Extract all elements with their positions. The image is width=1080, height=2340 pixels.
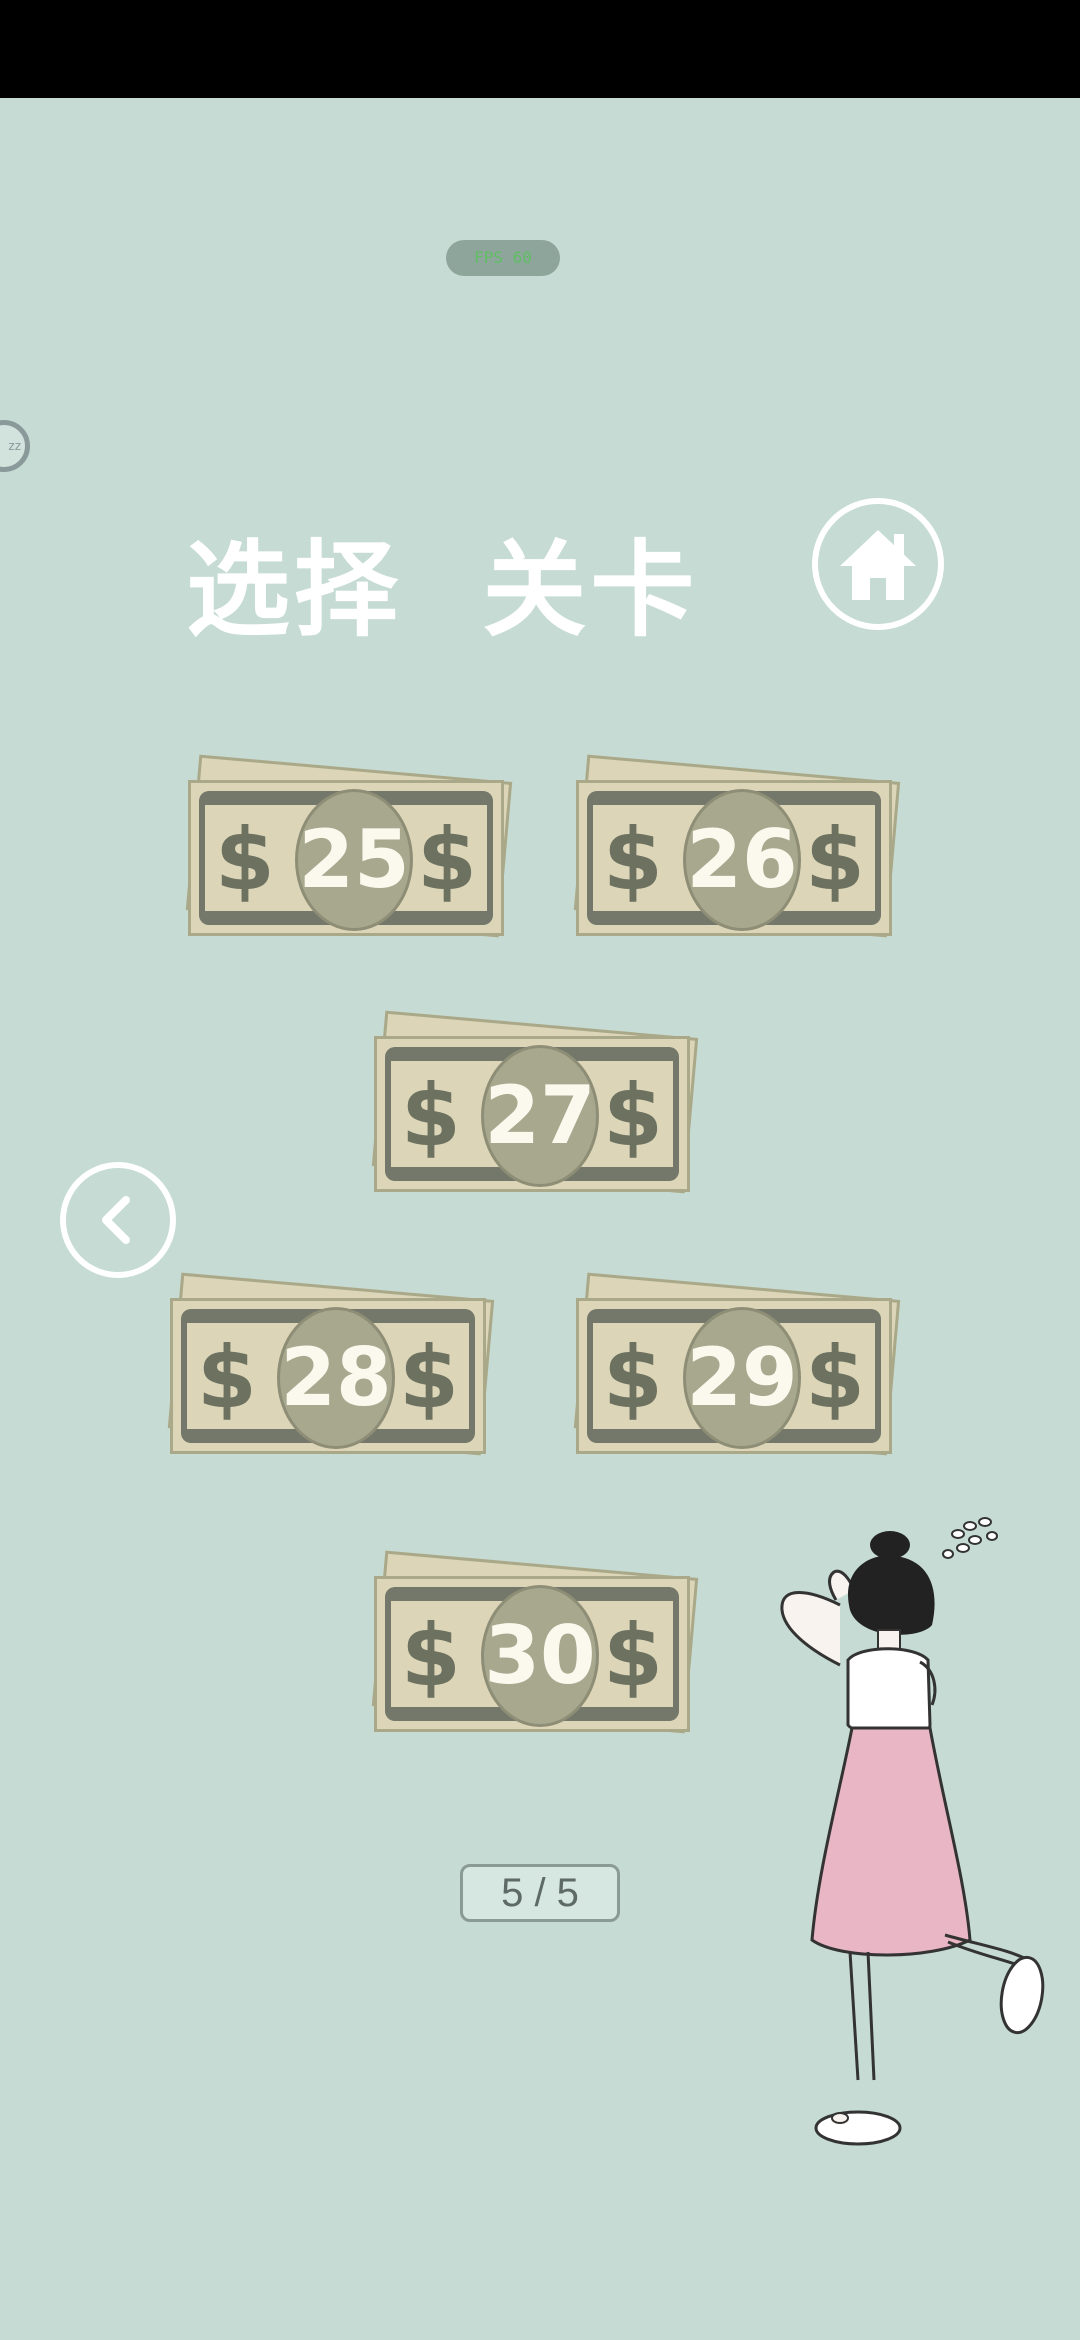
level-number: 26 [686,813,798,906]
level-number: 30 [484,1609,596,1702]
level-number: 27 [484,1069,596,1162]
level-27-button[interactable]: $ $ 27 [370,1010,700,1218]
character-illustration [780,1517,1045,2146]
bill-front: $ $ 28 [170,1298,486,1454]
fps-pill: FPS 60 [446,240,560,276]
bill-front: $ $ 25 [188,780,504,936]
level-number: 25 [298,813,410,906]
level-26-button[interactable]: $ $ 26 [572,754,902,962]
bill-front: $ $ 27 [374,1036,690,1192]
status-bar [0,0,1080,98]
chevron-left-icon [102,1196,130,1244]
level-number: 29 [686,1331,798,1424]
level-30-button[interactable]: $ $ 30 [370,1550,700,1758]
level-29-button[interactable]: $ $ 29 [572,1272,902,1480]
bill-front: $ $ 30 [374,1576,690,1732]
level-28-button[interactable]: $ $ 28 [166,1272,496,1480]
level-25-button[interactable]: $ $ 25 [184,754,514,962]
home-button[interactable] [812,498,944,630]
page-indicator: 5 / 5 [460,1864,620,1922]
level-number: 28 [280,1331,392,1424]
bill-front: $ $ 26 [576,780,892,936]
previous-page-button[interactable] [60,1162,176,1278]
page-title: 选择 关卡 [186,529,699,651]
home-icon [840,530,916,600]
floating-assist-button[interactable]: zz [0,420,30,472]
bill-front: $ $ 29 [576,1298,892,1454]
